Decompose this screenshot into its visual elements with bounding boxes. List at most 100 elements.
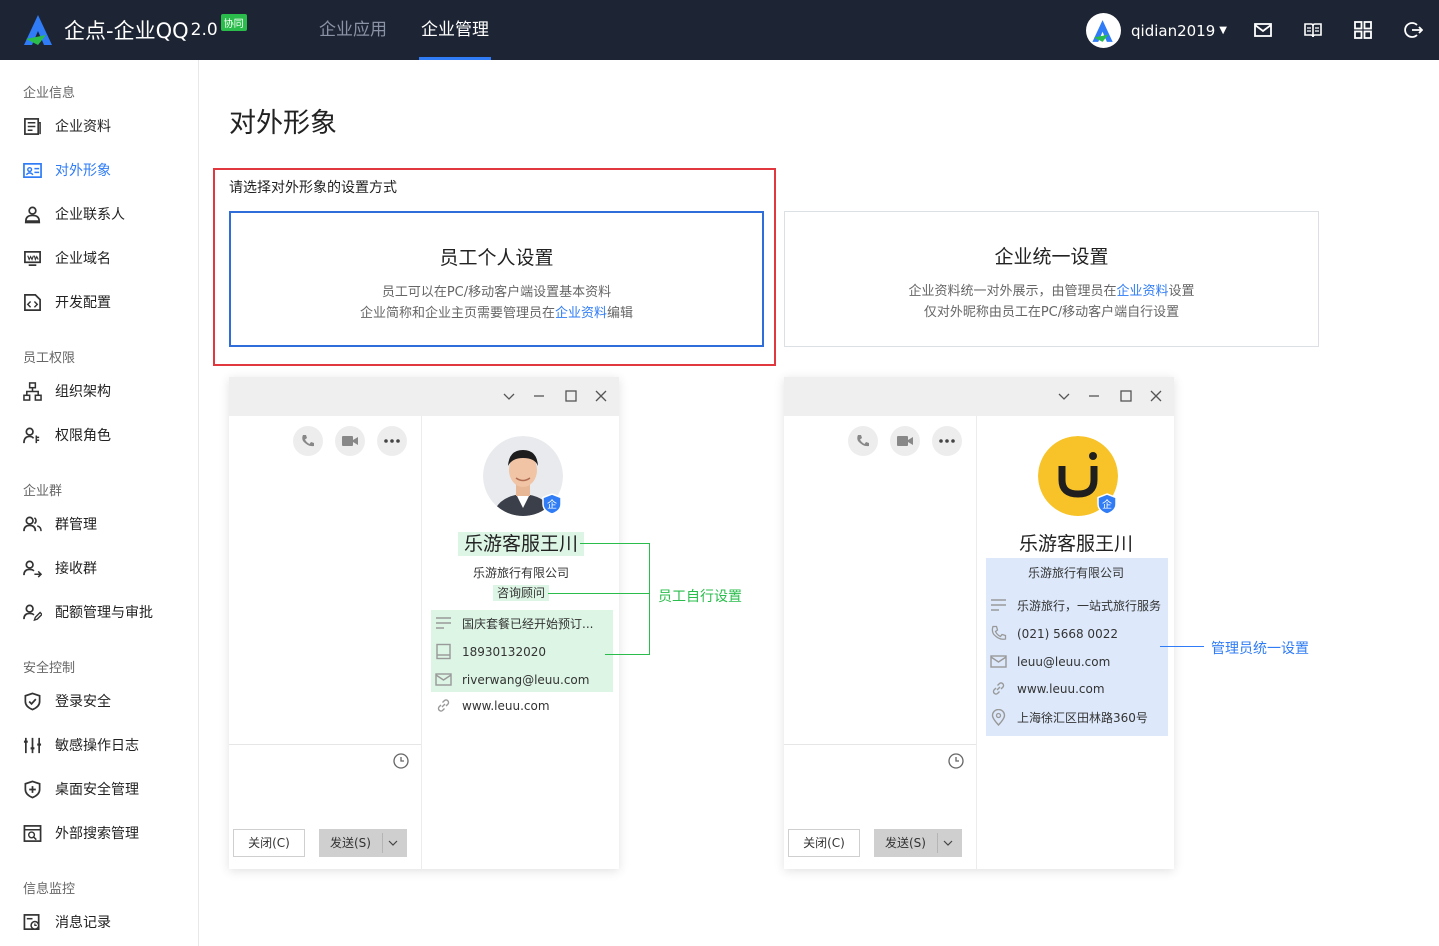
profile-row-text: 18930132020	[462, 644, 546, 659]
sidebar-item-login-security[interactable]: 登录安全	[23, 689, 111, 713]
group-icon	[23, 516, 42, 531]
minimize-icon[interactable]	[1086, 388, 1102, 404]
option-card-title: 员工个人设置	[439, 247, 554, 269]
description-line: 仅对外昵称由员工在PC/移动客户端自行设置	[923, 305, 1180, 320]
enterprise-profile-link[interactable]: 企业资料	[1116, 284, 1168, 299]
profile-row-text: (021) 5668 0022	[1017, 626, 1118, 641]
profile-row: leuu@leuu.com	[986, 648, 1166, 675]
sidebar-item-desktop-security[interactable]: 桌面安全管理	[23, 777, 139, 801]
search-window-icon	[23, 824, 42, 842]
option-card-enterprise-unified[interactable]: 企业统一设置 企业资料统一对外展示，由管理员在企业资料设置 仅对外昵称由员工在P…	[784, 211, 1319, 347]
mail-icon[interactable]	[1253, 20, 1273, 40]
close-icon[interactable]	[1148, 388, 1164, 404]
sidebar-item-group-management[interactable]: 群管理	[23, 512, 97, 536]
close-icon[interactable]	[593, 388, 609, 404]
sidebar-item-sensitive-log[interactable]: 敏感操作日志	[23, 733, 139, 757]
sidebar-item-label: 企业域名	[55, 251, 111, 267]
sidebar-item-external-search[interactable]: 外部搜索管理	[23, 821, 139, 845]
close-button[interactable]: 关闭(C)	[788, 829, 860, 857]
chevron-down-icon[interactable]	[501, 388, 517, 404]
profile-company: 乐游旅行有限公司	[472, 566, 569, 580]
profile-card: 企 乐游客服王川 乐游旅行有限公司 咨询顾问 国庆套餐已经开始预订... 189…	[423, 416, 619, 869]
username: qidian2019	[1131, 21, 1216, 40]
sliders-icon	[23, 737, 42, 753]
sidebar-item-label: 企业联系人	[55, 207, 125, 223]
book-icon[interactable]	[1303, 20, 1323, 40]
sidebar-item-message-records[interactable]: 消息记录	[23, 910, 111, 934]
sidebar-item-label: 外部搜索管理	[55, 826, 139, 842]
sidebar-item-permission-roles[interactable]: 权限角色	[23, 423, 111, 447]
domain-icon	[24, 250, 41, 266]
history-clock-icon[interactable]	[947, 752, 965, 770]
more-icon[interactable]	[377, 426, 407, 456]
profile-row-text: www.leuu.com	[1017, 681, 1105, 696]
more-icon[interactable]	[932, 426, 962, 456]
enterprise-profile-link[interactable]: 企业资料	[555, 306, 607, 321]
sidebar-item-label: 消息记录	[55, 915, 111, 931]
preview-window-enterprise: 关闭(C) 发送(S) 企 乐游客服王川 乐游旅行有限公司 乐游旅行，一站式旅行…	[784, 377, 1174, 869]
sidebar-item-org-structure[interactable]: 组织架构	[23, 379, 111, 403]
contact-icon	[24, 206, 41, 223]
send-button-label: 发送(S)	[330, 836, 371, 850]
sidebar-item-enterprise-profile[interactable]: 企业资料	[23, 114, 111, 138]
close-button[interactable]: 关闭(C)	[233, 829, 305, 857]
link-icon	[437, 699, 450, 712]
video-call-icon[interactable]	[335, 426, 365, 456]
profile-row: riverwang@leuu.com	[431, 666, 611, 693]
chat-divider	[784, 744, 976, 745]
sidebar-item-receive-group[interactable]: 接收群	[23, 556, 97, 580]
logo-badge: 协同	[220, 13, 247, 31]
qidian-logo-icon	[24, 15, 52, 45]
annotation-employee-self-set: 员工自行设置	[658, 589, 742, 605]
history-clock-icon[interactable]	[392, 752, 410, 770]
sidebar-item-label: 登录安全	[55, 694, 111, 710]
preview-window-employee: 关闭(C) 发送(S) 企 乐游客服王川 乐游旅行有限公司 咨询顾问 国庆套餐已…	[229, 377, 619, 869]
sidebar-item-quota-approval[interactable]: 配额管理与审批	[23, 600, 153, 624]
option-card-employee-personal[interactable]: 员工个人设置 员工可以在PC/移动客户端设置基本资料 企业简称和企业主页需要管理…	[229, 211, 764, 347]
profile-row-text: 国庆套餐已经开始预订...	[462, 617, 594, 631]
maximize-icon[interactable]	[1118, 388, 1134, 404]
annotation-line	[548, 593, 650, 594]
chevron-down-icon[interactable]	[1056, 388, 1072, 404]
window-title-bar	[229, 377, 619, 416]
annotation-admin-unified-set: 管理员统一设置	[1211, 641, 1309, 657]
profile-row-text: leuu@leuu.com	[1017, 654, 1111, 669]
sidebar-item-dev-config[interactable]: 开发配置	[23, 290, 111, 314]
maximize-icon[interactable]	[563, 388, 579, 404]
svg-text:企: 企	[1102, 498, 1112, 511]
window-title-bar	[784, 377, 1174, 416]
send-button-label: 发送(S)	[885, 836, 926, 850]
minimize-icon[interactable]	[531, 388, 547, 404]
qidian-logo-icon	[1091, 19, 1113, 42]
description-line: 企业资料统一对外展示，由管理员在企业资料设置	[785, 281, 1318, 302]
chevron-down-icon[interactable]	[387, 837, 399, 849]
sidebar-item-external-image[interactable]: 对外形象	[23, 158, 111, 182]
sidebar-item-label: 开发配置	[55, 295, 111, 311]
send-button[interactable]: 发送(S)	[874, 829, 962, 857]
profile-row-text: 上海徐汇区田林路360号	[1017, 711, 1148, 725]
avatar	[1086, 13, 1121, 48]
annotation-line	[649, 543, 650, 655]
profile-row: 18930132020	[431, 638, 611, 665]
app-logo[interactable]: 企点-企业QQ 2.0 协同	[22, 13, 247, 45]
chevron-down-icon[interactable]	[942, 837, 954, 849]
tab-enterprise-management[interactable]: 企业管理	[419, 0, 491, 60]
voice-call-icon[interactable]	[293, 426, 323, 456]
chat-divider	[229, 744, 421, 745]
profile-row: www.leuu.com	[431, 692, 611, 719]
chat-panel: 关闭(C) 发送(S)	[784, 416, 977, 869]
sidebar-item-enterprise-contacts[interactable]: 企业联系人	[23, 202, 125, 226]
send-button[interactable]: 发送(S)	[319, 829, 407, 857]
user-menu[interactable]: qidian2019 ▼	[1086, 13, 1227, 48]
tab-enterprise-apps[interactable]: 企业应用	[319, 0, 387, 60]
voice-call-icon[interactable]	[848, 426, 878, 456]
grid-icon[interactable]	[1353, 20, 1373, 40]
sidebar-item-enterprise-domain[interactable]: 企业域名	[23, 246, 111, 270]
page-title: 对外形象	[229, 108, 337, 139]
sidebar-item-label: 敏感操作日志	[55, 738, 139, 754]
enterprise-badge-icon: 企	[1097, 493, 1117, 515]
logout-icon[interactable]	[1403, 20, 1423, 40]
signature-icon	[991, 599, 1006, 611]
description-line: 员工可以在PC/移动客户端设置基本资料	[381, 285, 612, 300]
video-call-icon[interactable]	[890, 426, 920, 456]
